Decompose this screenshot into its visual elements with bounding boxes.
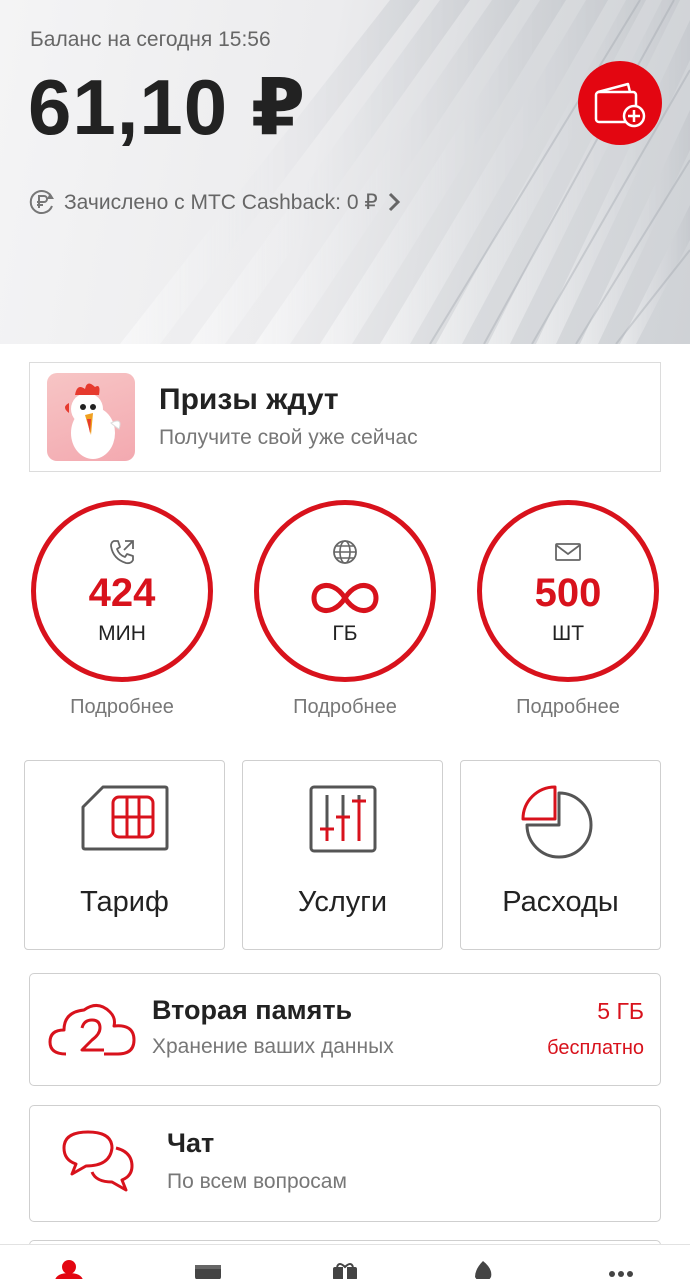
second-memory-subtitle: Хранение ваших данных [152, 1035, 394, 1058]
ruble-cashback-icon [29, 190, 54, 214]
sms-unit: ШТ [551, 622, 585, 645]
balance-caption: Баланс на сегодня 15:56 [30, 28, 271, 51]
cashback-link[interactable]: Зачислено с МТС Cashback: 0 ₽ [28, 188, 402, 216]
sim-card-icon [81, 785, 168, 851]
wallet-plus-icon [594, 82, 646, 128]
second-memory-title: Вторая память [152, 995, 353, 1025]
minutes-unit: МИН [98, 622, 146, 645]
tile-expenses[interactable]: Расходы [460, 760, 661, 950]
promo-title: Призы ждут [159, 383, 339, 416]
internet-counter[interactable]: ГБ [254, 500, 436, 682]
nav-more[interactable] [601, 1259, 641, 1279]
internet-more-link[interactable]: Подробнее [254, 696, 436, 719]
sms-more-link[interactable]: Подробнее [477, 696, 659, 719]
tile-tariff[interactable]: Тариф [24, 760, 225, 950]
top-up-button[interactable] [578, 61, 662, 145]
globe-icon [333, 540, 357, 564]
phone-icon [110, 540, 134, 565]
chat-card[interactable]: Чат По всем вопросам [29, 1105, 661, 1222]
more-dots-icon [609, 1271, 633, 1277]
tile-expenses-label: Расходы [502, 886, 619, 918]
nav-gifts[interactable] [325, 1259, 365, 1279]
envelope-icon [555, 543, 581, 561]
flame-icon [475, 1261, 492, 1279]
second-memory-size: 5 ГБ [597, 998, 644, 1024]
wallet-icon [195, 1265, 221, 1279]
infinity-icon [311, 582, 379, 614]
internet-unit: ГБ [332, 622, 358, 645]
chat-subtitle: По всем вопросам [167, 1170, 347, 1193]
nav-offers[interactable] [463, 1259, 503, 1279]
pie-chart-icon [521, 785, 592, 859]
rooster-mascot-image [47, 373, 135, 461]
balance-amount: 61,10 ₽ [28, 63, 307, 151]
tile-tariff-label: Тариф [80, 886, 169, 918]
prizes-promo-card[interactable]: Призы ждут Получите свой уже сейчас [29, 362, 661, 472]
sms-value: 500 [534, 571, 602, 615]
chevron-right-icon [388, 192, 400, 212]
tile-services[interactable]: Услуги [242, 760, 443, 950]
chat-bubbles-icon [62, 1130, 134, 1192]
nav-wallet[interactable] [187, 1259, 227, 1279]
promo-subtitle: Получите свой уже сейчас [159, 426, 418, 449]
second-memory-free: бесплатно [547, 1037, 644, 1059]
minutes-value: 424 [88, 571, 156, 615]
sliders-icon [309, 785, 376, 853]
bottom-navigation [0, 1244, 690, 1279]
minutes-counter[interactable]: 424 МИН [31, 500, 213, 682]
cloud-2-icon [48, 1004, 136, 1056]
minutes-more-link[interactable]: Подробнее [31, 696, 213, 719]
nav-profile[interactable] [49, 1259, 89, 1279]
cashback-text: Зачислено с МТС Cashback: 0 ₽ [64, 190, 378, 214]
chat-title: Чат [167, 1128, 215, 1158]
profile-icon [55, 1260, 83, 1279]
balance-header: Баланс на сегодня 15:56 61,10 ₽ Зачислен… [0, 0, 690, 344]
second-memory-card[interactable]: Вторая память Хранение ваших данных 5 ГБ… [29, 973, 661, 1086]
tile-services-label: Услуги [297, 886, 388, 918]
sms-counter[interactable]: 500 ШТ [477, 500, 659, 682]
gift-icon [333, 1263, 357, 1279]
